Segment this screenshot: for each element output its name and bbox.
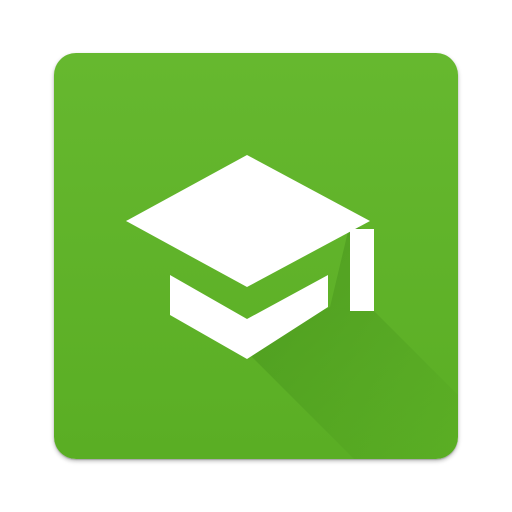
app-icon-tile[interactable] [54, 53, 458, 459]
app-icon-svg [54, 53, 458, 459]
icon-stage [0, 0, 512, 512]
cap-tassel [350, 229, 374, 311]
